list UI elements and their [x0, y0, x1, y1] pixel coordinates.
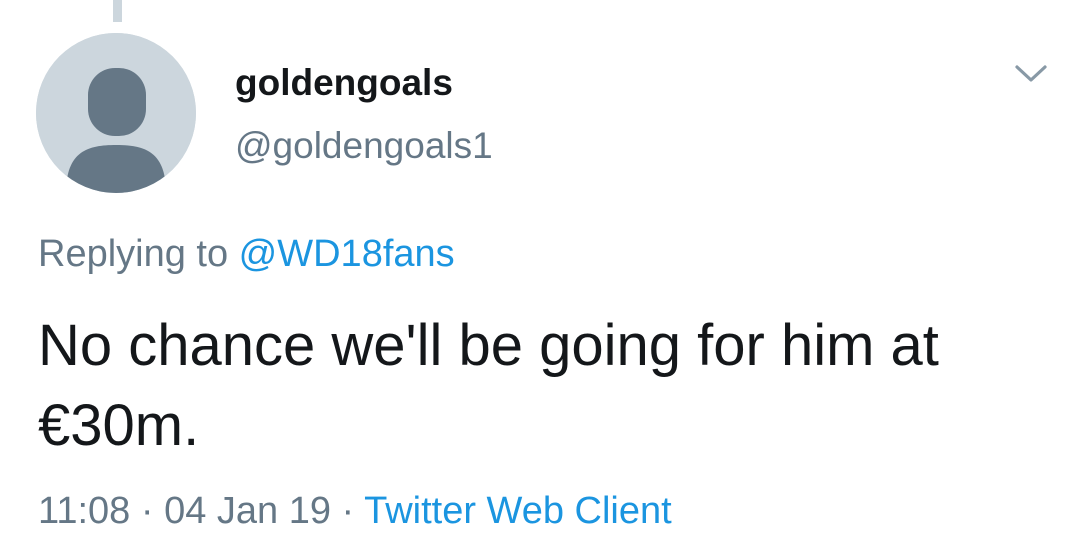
meta-separator: ·: [330, 490, 365, 532]
replying-to-line: Replying to @WD18fans: [38, 233, 455, 276]
reply-to-mention-link[interactable]: @WD18fans: [239, 233, 455, 275]
author-display-name[interactable]: goldengoals: [235, 62, 453, 104]
tweet-client-link[interactable]: Twitter Web Client: [364, 490, 672, 532]
author-handle[interactable]: @goldengoals1: [235, 125, 493, 167]
meta-separator: ·: [130, 490, 165, 532]
tweet-metadata: 11:08 · 04 Jan 19 · Twitter Web Client: [38, 490, 672, 533]
tweet-time[interactable]: 11:08: [38, 490, 130, 532]
thread-connector-line: [113, 0, 122, 22]
chevron-down-icon: [1015, 65, 1047, 82]
avatar[interactable]: [36, 33, 196, 193]
tweet-date[interactable]: 04 Jan 19: [164, 490, 331, 532]
tweet-text: No chance we'll be going for him at €30m…: [38, 313, 939, 458]
replying-to-label: Replying to: [38, 233, 239, 275]
tweet-menu-button[interactable]: [1013, 62, 1049, 86]
default-profile-icon: [36, 33, 196, 193]
